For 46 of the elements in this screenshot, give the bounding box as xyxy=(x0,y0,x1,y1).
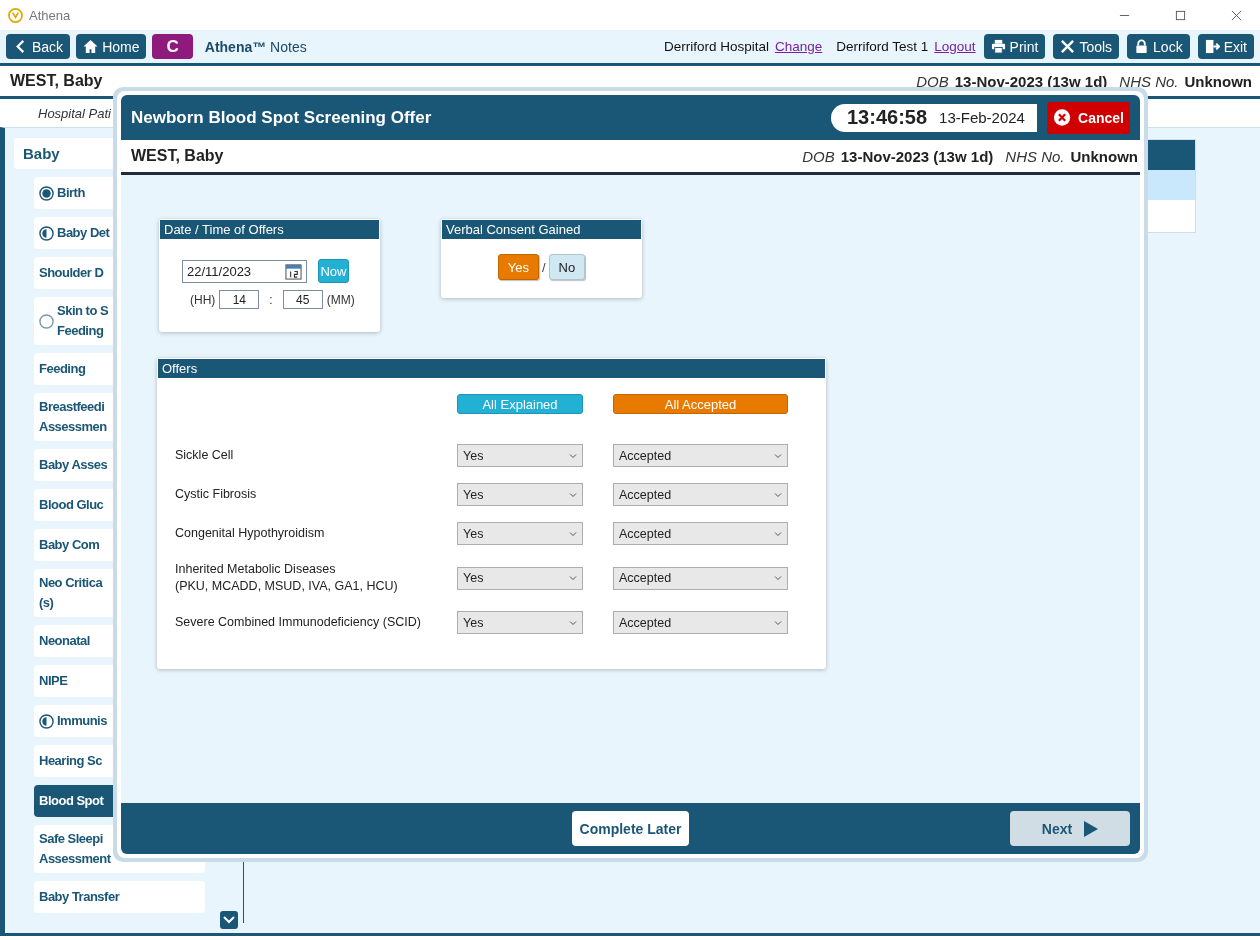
sidebar-item-label: Baby Asses xyxy=(39,456,108,474)
sidebar-item-label: Blood Spot xyxy=(39,792,104,810)
sidebar-item-label: Breastfeedi Assessmen xyxy=(39,398,107,436)
clock-time: 13:46:58 xyxy=(847,106,928,129)
patient-name: WEST, Baby xyxy=(131,147,224,165)
offer-label: Cystic Fibrosis xyxy=(175,486,258,503)
location-type-text: Hospital Pati xyxy=(38,105,111,121)
clock-date: 13-Feb-2024 xyxy=(939,109,1025,126)
patient-name: WEST, Baby xyxy=(10,72,103,90)
nhs-label: NHS No. xyxy=(1005,147,1065,165)
hours-label: (HH) xyxy=(190,292,216,307)
offer-label: Sickle Cell xyxy=(175,447,235,464)
sidebar-item-label: Hearing Sc xyxy=(39,752,102,770)
location-text: Derriford Hospital xyxy=(663,39,769,54)
sidebar-item-label: Baby Transfer xyxy=(39,888,120,906)
sidebar-item-label: Neo Critica (s) xyxy=(39,574,103,612)
card-header: Verbal Consent Gained xyxy=(442,220,641,239)
minutes-label: (MM) xyxy=(326,292,355,307)
sidebar-item-label: Skin to S Feeding xyxy=(57,302,109,340)
user-text: Derriford Test 1 xyxy=(836,39,929,54)
dob-label: DOB xyxy=(916,72,949,90)
sidebar-item-label: Safe Sleepi Assessment xyxy=(39,830,111,868)
dialog-title: Newborn Blood Spot Screening Offer xyxy=(131,107,432,128)
card-header: Date / Time of Offers xyxy=(160,220,379,239)
sidebar-item-label: NIPE xyxy=(39,672,68,690)
nhs-value: Unknown xyxy=(1184,72,1252,90)
sidebar-item-label: Immunis xyxy=(57,712,107,730)
sidebar-item-label: Baby Com xyxy=(39,536,100,554)
offer-label: Severe Combined Immunodeficiency (SCID) xyxy=(175,614,422,631)
nhs-value: Unknown xyxy=(1070,147,1138,165)
window-title: Athena xyxy=(29,7,71,23)
dob-label: DOB xyxy=(802,147,835,165)
sidebar-item-label: Shoulder D xyxy=(39,264,104,282)
sidebar-item-label: Baby Det xyxy=(57,224,110,242)
app-name: Athena™ Notes xyxy=(204,38,307,55)
time-separator: : xyxy=(269,292,273,307)
option-separator: / xyxy=(542,259,546,275)
offer-label: Congenital Hypothyroidism xyxy=(175,525,326,542)
nhs-label: NHS No. xyxy=(1119,72,1179,90)
sidebar-item-label: Blood Gluc xyxy=(39,496,104,514)
sidebar-item-label: Birth xyxy=(57,184,85,202)
sidebar-item-label: Feeding xyxy=(39,360,86,378)
sidebar-item-label: Neonatal xyxy=(39,632,90,650)
dob-value: 13-Nov-2023 (13w 1d) xyxy=(840,147,994,165)
card-header: Offers xyxy=(158,359,825,378)
offer-label: Inherited Metabolic Diseases (PKU, MCADD, MSUD, IVA, GA1, HCU) xyxy=(175,561,399,595)
